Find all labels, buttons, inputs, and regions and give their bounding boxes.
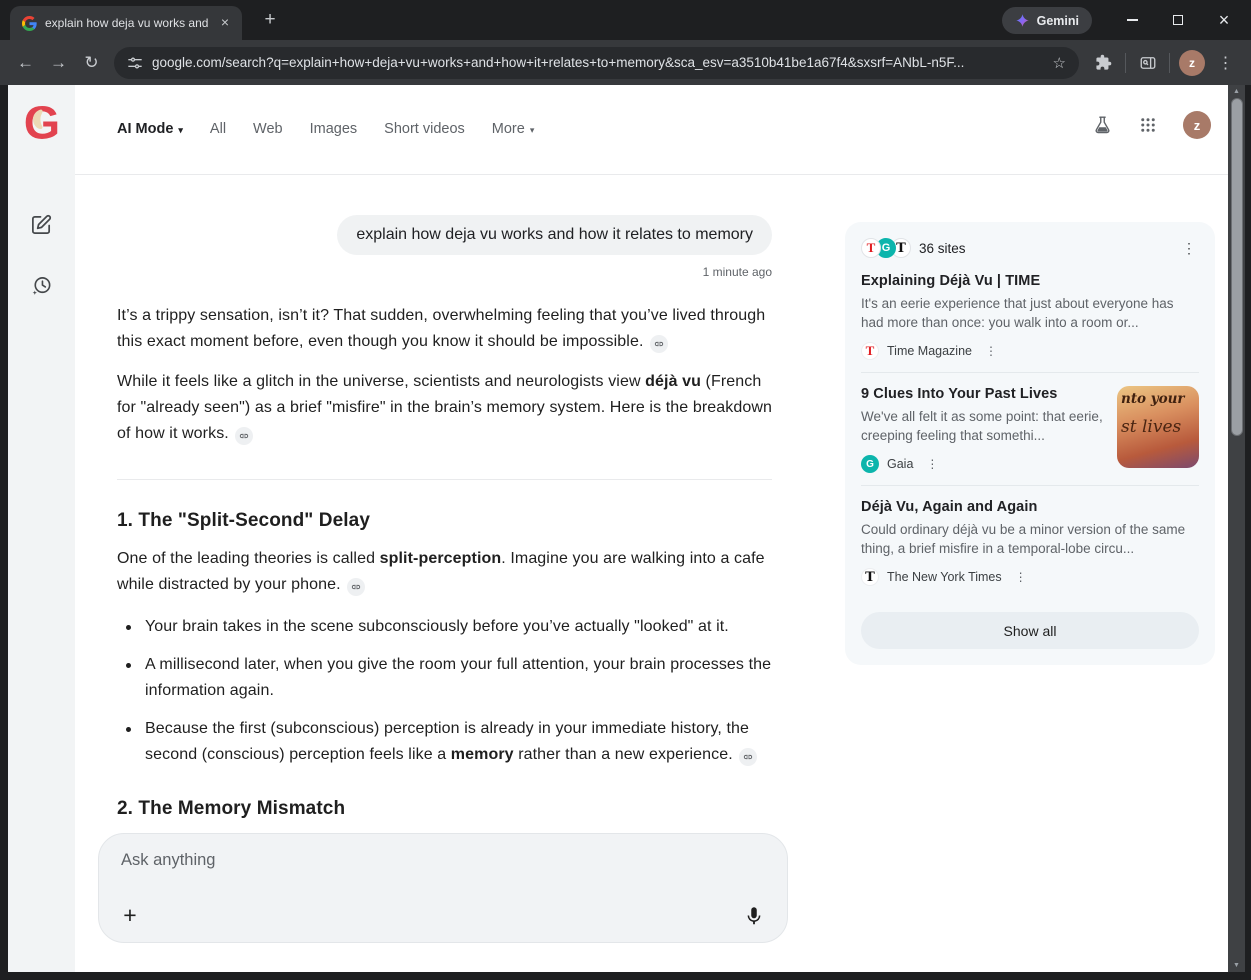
ai-response-thread: explain how deja vu works and how it rel… bbox=[117, 175, 772, 880]
maximize-button[interactable] bbox=[1155, 0, 1201, 40]
tab-strip: explain how deja vu works and × + Gemini… bbox=[0, 0, 1251, 40]
sites-count: 36 sites bbox=[919, 241, 966, 256]
browser-profile-avatar[interactable]: z bbox=[1179, 50, 1205, 76]
source-menu-icon[interactable]: ⋮ bbox=[923, 457, 941, 471]
tab-all[interactable]: All bbox=[210, 121, 226, 137]
result-type-nav: AI Mode ▾ All Web Images Short videos Mo… bbox=[117, 121, 534, 137]
window-controls: × bbox=[1109, 0, 1247, 40]
bullet-item: Your brain takes in the scene subconscio… bbox=[117, 614, 772, 640]
show-all-button[interactable]: Show all bbox=[861, 612, 1199, 649]
source-thumbnail[interactable]: nto your st lives bbox=[1117, 386, 1199, 468]
bullet-list: Your brain takes in the scene subconscio… bbox=[117, 614, 772, 768]
source-title[interactable]: Explaining Déjà Vu | TIME bbox=[861, 273, 1199, 289]
scroll-down-icon[interactable]: ▼ bbox=[1228, 962, 1245, 969]
query-timestamp: 1 minute ago bbox=[117, 265, 772, 279]
history-icon[interactable] bbox=[30, 275, 54, 299]
minimize-button[interactable] bbox=[1109, 0, 1155, 40]
extensions-icon[interactable] bbox=[1087, 46, 1120, 79]
google-doodle-logo[interactable]: G bbox=[17, 97, 67, 154]
chevron-down-icon: ▾ bbox=[178, 125, 183, 136]
attach-plus-icon[interactable]: + bbox=[115, 900, 145, 930]
answer-paragraph: It’s a trippy sensation, isn’t it? That … bbox=[117, 303, 772, 355]
forward-icon[interactable]: → bbox=[42, 46, 75, 79]
section-heading-2: 2. The Memory Mismatch bbox=[117, 798, 772, 820]
chevron-down-icon: ▾ bbox=[530, 125, 535, 136]
citation-link-icon[interactable] bbox=[235, 427, 253, 445]
site-settings-icon[interactable] bbox=[127, 55, 143, 71]
url-text[interactable]: google.com/search?q=explain+how+deja+vu+… bbox=[152, 55, 1044, 70]
tab-short-videos[interactable]: Short videos bbox=[384, 121, 465, 137]
source-card[interactable]: Déjà Vu, Again and Again Could ordinary … bbox=[861, 486, 1199, 598]
scrollbar-thumb[interactable] bbox=[1231, 98, 1243, 436]
source-snippet: It's an eerie experience that just about… bbox=[861, 294, 1199, 332]
search-header: AI Mode ▾ All Web Images Short videos Mo… bbox=[75, 85, 1228, 175]
bookmark-star-icon[interactable]: ☆ bbox=[1053, 54, 1066, 72]
ask-input[interactable] bbox=[121, 851, 765, 870]
search-labs-icon[interactable] bbox=[1092, 115, 1113, 136]
scroll-up-icon[interactable]: ▲ bbox=[1228, 88, 1245, 95]
browser-tab[interactable]: explain how deja vu works and × bbox=[10, 6, 242, 40]
address-bar[interactable]: google.com/search?q=explain+how+deja+vu+… bbox=[114, 47, 1079, 79]
source-menu-icon[interactable]: ⋮ bbox=[982, 344, 1000, 358]
source-snippet: We've all felt it as some point: that ee… bbox=[861, 407, 1105, 445]
reload-icon[interactable]: ↻ bbox=[75, 46, 108, 79]
answer-paragraph: While it feels like a glitch in the univ… bbox=[117, 369, 772, 447]
tab-close-icon[interactable]: × bbox=[216, 14, 234, 32]
toolbar-divider bbox=[1169, 53, 1170, 73]
gemini-spark-icon bbox=[1015, 13, 1030, 28]
new-chat-icon[interactable] bbox=[30, 213, 54, 237]
gemini-label: Gemini bbox=[1037, 14, 1079, 28]
source-name: Gaia bbox=[887, 457, 913, 471]
mic-icon[interactable] bbox=[741, 903, 767, 929]
citation-link-icon[interactable] bbox=[650, 335, 668, 353]
page-content: G AI Mode ▾ All Web Images Short videos … bbox=[8, 85, 1228, 972]
source-title[interactable]: 9 Clues Into Your Past Lives bbox=[861, 386, 1105, 402]
browser-toolbar: ← → ↻ google.com/search?q=explain+how+de… bbox=[0, 40, 1251, 85]
source-menu-icon[interactable]: ⋮ bbox=[1012, 570, 1030, 584]
tab-ai-mode[interactable]: AI Mode ▾ bbox=[117, 121, 183, 137]
source-title[interactable]: Déjà Vu, Again and Again bbox=[861, 499, 1199, 515]
apps-grid-icon[interactable] bbox=[1139, 116, 1157, 134]
answer-paragraph: One of the leading theories is called sp… bbox=[117, 546, 772, 598]
bullet-item: A millisecond later, when you give the r… bbox=[117, 652, 772, 704]
gemini-button[interactable]: Gemini bbox=[1002, 7, 1092, 34]
window-close-button[interactable]: × bbox=[1201, 0, 1247, 40]
side-panel-icon[interactable] bbox=[1131, 46, 1164, 79]
browser-menu-icon[interactable]: ⋮ bbox=[1209, 46, 1242, 79]
ask-anything-composer: + bbox=[98, 833, 788, 943]
sources-header: T G T 36 sites ⋮ bbox=[861, 236, 1199, 260]
source-favicon-stack: T G T bbox=[861, 238, 906, 258]
citation-link-icon[interactable] bbox=[739, 748, 757, 766]
gaia-favicon-icon: G bbox=[861, 455, 879, 473]
time-favicon-icon: T bbox=[861, 342, 879, 360]
new-tab-button[interactable]: + bbox=[258, 8, 282, 32]
sources-menu-icon[interactable]: ⋮ bbox=[1179, 240, 1199, 257]
source-card[interactable]: 9 Clues Into Your Past Lives We've all f… bbox=[861, 373, 1199, 486]
tab-web[interactable]: Web bbox=[253, 121, 283, 137]
scrollbar[interactable]: ▲ ▼ bbox=[1228, 85, 1245, 972]
sources-panel: T G T 36 sites ⋮ Explaining Déjà Vu | TI… bbox=[845, 222, 1215, 665]
source-card[interactable]: Explaining Déjà Vu | TIME It's an eerie … bbox=[861, 260, 1199, 373]
tab-title: explain how deja vu works and bbox=[45, 16, 208, 30]
time-favicon-icon: T bbox=[861, 238, 881, 258]
tab-more[interactable]: More ▾ bbox=[492, 121, 535, 137]
source-name: Time Magazine bbox=[887, 344, 972, 358]
bullet-item: Because the first (subconscious) percept… bbox=[117, 716, 772, 768]
section-heading-1: 1. The "Split-Second" Delay bbox=[117, 510, 772, 532]
back-icon[interactable]: ← bbox=[9, 46, 42, 79]
nyt-favicon-icon: T bbox=[861, 568, 879, 586]
source-name: The New York Times bbox=[887, 570, 1002, 584]
user-query-bubble: explain how deja vu works and how it rel… bbox=[337, 215, 772, 255]
google-favicon-icon bbox=[22, 16, 37, 31]
account-avatar[interactable]: z bbox=[1183, 111, 1211, 139]
section-divider bbox=[117, 479, 772, 480]
citation-link-icon[interactable] bbox=[347, 578, 365, 596]
source-snippet: Could ordinary déjà vu be a minor versio… bbox=[861, 520, 1199, 558]
toolbar-divider bbox=[1125, 53, 1126, 73]
left-rail: G bbox=[8, 85, 75, 972]
svg-text:G: G bbox=[24, 97, 60, 149]
tab-images[interactable]: Images bbox=[310, 121, 358, 137]
